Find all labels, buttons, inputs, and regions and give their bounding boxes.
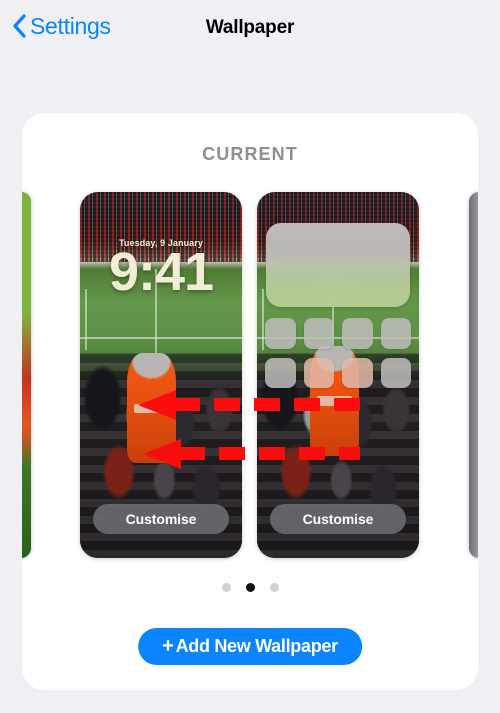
section-header-current: CURRENT [202, 144, 298, 164]
page-title: Wallpaper [205, 17, 295, 38]
next-wallpaper-sliver[interactable] [469, 192, 478, 558]
app-icon [303, 357, 334, 388]
home-screen-app-grid [265, 318, 411, 388]
page-indicator [22, 583, 478, 592]
nature-wallpaper-thumbnail [22, 192, 31, 558]
app-icon [265, 357, 296, 388]
app-icon [342, 357, 373, 388]
steward-figure [126, 353, 176, 463]
current-wallpaper-card: CURRENT Tuesday, 9 January 9:41 Customis… [22, 113, 478, 690]
previous-wallpaper-sliver[interactable] [22, 192, 31, 558]
app-icon [265, 318, 296, 349]
add-new-wallpaper-label: Add New Wallpaper [175, 636, 339, 656]
page-dot-2[interactable] [245, 583, 255, 592]
navigation-bar: Settings Wallpaper [0, 0, 500, 62]
lock-screen-clock: 9:41 [108, 242, 214, 302]
customise-lock-screen-button[interactable]: Customise [93, 504, 229, 534]
home-screen-widget [266, 223, 410, 307]
app-icon [303, 318, 334, 349]
page-dot-1[interactable] [221, 583, 231, 592]
app-icon [380, 318, 411, 349]
customise-home-screen-button[interactable]: Customise [270, 504, 406, 534]
home-screen-preview[interactable]: Customise [257, 192, 419, 558]
app-icon [380, 357, 411, 388]
grey-wallpaper-thumbnail [469, 192, 478, 558]
wallpaper-carousel[interactable]: Tuesday, 9 January 9:41 Customise Custom… [22, 192, 478, 564]
page-dot-3[interactable] [269, 583, 279, 592]
add-new-wallpaper-button[interactable]: + Add New Wallpaper [138, 628, 362, 665]
plus-icon: + [162, 635, 174, 657]
lock-screen-preview[interactable]: Tuesday, 9 January 9:41 Customise [80, 192, 242, 558]
app-icon [342, 318, 373, 349]
